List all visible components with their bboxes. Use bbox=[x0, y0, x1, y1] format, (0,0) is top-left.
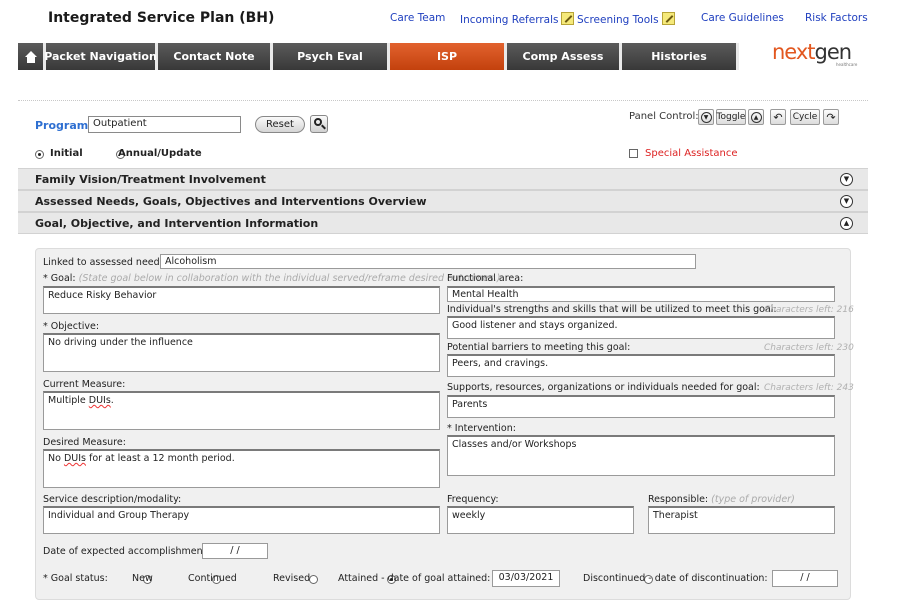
radio-initial[interactable] bbox=[35, 150, 44, 159]
status-revised-label: Revised bbox=[273, 573, 311, 584]
section-goal-objective[interactable]: Goal, Objective, and Intervention Inform… bbox=[18, 212, 868, 234]
reset-button[interactable]: Reset bbox=[255, 116, 305, 133]
current-measure-field[interactable]: Multiple DUIs. bbox=[43, 391, 440, 430]
chevron-up-icon[interactable]: ▲ bbox=[840, 217, 853, 230]
logo-subtext: healthcare bbox=[836, 62, 858, 67]
expand-all-button[interactable]: ▼ bbox=[698, 109, 714, 125]
status-new-label: New bbox=[132, 573, 153, 584]
discontinued-date-input[interactable]: / / bbox=[772, 570, 838, 587]
frequency-field[interactable]: weekly bbox=[447, 506, 634, 534]
status-revised-radio[interactable] bbox=[309, 575, 318, 584]
collapse-all-button[interactable]: ▲ bbox=[748, 109, 764, 125]
undo-icon: ↶ bbox=[773, 110, 783, 124]
tab-contact-note[interactable]: Contact Note bbox=[158, 43, 273, 70]
status-discontinued-label: Discontinued - date of discontinuation: bbox=[583, 573, 768, 584]
special-assistance-label: Special Assistance bbox=[645, 148, 738, 159]
responsible-label: Responsible: (type of provider) bbox=[648, 494, 795, 505]
linked-need-label: Linked to assessed need: bbox=[43, 257, 163, 268]
screening-tools-link[interactable]: Screening Tools bbox=[577, 12, 675, 26]
chevron-down-icon: ▼ bbox=[700, 111, 712, 123]
functional-area-field[interactable]: Mental Health bbox=[447, 286, 835, 302]
page-title: Integrated Service Plan (BH) bbox=[48, 10, 275, 26]
main-nav: Packet Navigation Contact Note Psych Eva… bbox=[18, 43, 756, 70]
expected-date-input[interactable]: / / bbox=[202, 543, 268, 559]
home-icon bbox=[24, 50, 37, 63]
search-button[interactable] bbox=[310, 115, 328, 133]
desired-measure-label: Desired Measure: bbox=[43, 437, 126, 448]
chevron-up-icon: ▲ bbox=[750, 111, 762, 123]
tab-comp-assess[interactable]: Comp Assess bbox=[507, 43, 622, 70]
program-label: Program: bbox=[35, 119, 93, 132]
attained-date-input[interactable]: 03/03/2021 bbox=[492, 570, 560, 587]
intervention-label: * Intervention: bbox=[447, 423, 516, 434]
strengths-chars-left: Characters left: 216 bbox=[764, 305, 854, 315]
barriers-field[interactable]: Peers, and cravings. bbox=[447, 354, 835, 377]
section-assessed-needs[interactable]: Assessed Needs, Goals, Objectives and In… bbox=[18, 190, 868, 212]
tab-isp[interactable]: ISP bbox=[390, 43, 507, 70]
care-team-link[interactable]: Care Team bbox=[390, 12, 445, 24]
objective-field[interactable]: No driving under the influence bbox=[43, 333, 440, 372]
current-measure-label: Current Measure: bbox=[43, 379, 126, 390]
incoming-referrals-link[interactable]: Incoming Referrals bbox=[460, 12, 575, 26]
chevron-down-icon[interactable]: ▼ bbox=[840, 195, 853, 208]
functional-area-label: Functional area: bbox=[447, 273, 524, 284]
tab-packet-navigation[interactable]: Packet Navigation bbox=[44, 43, 158, 70]
redo-button[interactable]: ↷ bbox=[823, 109, 839, 125]
goal-status-label: * Goal status: bbox=[43, 573, 108, 584]
desired-measure-field[interactable]: No DUIs for at least a 12 month period. bbox=[43, 449, 440, 488]
strengths-field[interactable]: Good listener and stays organized. bbox=[447, 316, 835, 339]
home-button[interactable] bbox=[18, 43, 46, 70]
program-input[interactable]: Outpatient bbox=[88, 116, 241, 133]
strengths-label: Individual's strengths and skills that w… bbox=[447, 304, 777, 315]
risk-factors-link[interactable]: Risk Factors bbox=[805, 12, 868, 24]
toggle-button[interactable]: Toggle bbox=[716, 109, 746, 125]
supports-label: Supports, resources, organizations or in… bbox=[447, 382, 760, 393]
expected-date-label: Date of expected accomplishment: bbox=[43, 546, 210, 557]
frequency-label: Frequency: bbox=[447, 494, 499, 505]
goal-field[interactable]: Reduce Risky Behavior bbox=[43, 286, 440, 314]
special-assistance-checkbox[interactable] bbox=[629, 149, 638, 158]
radio-annual-update-label: Annual/Update bbox=[118, 148, 202, 159]
cycle-button[interactable]: Cycle bbox=[790, 109, 820, 125]
redo-icon: ↷ bbox=[826, 110, 836, 124]
tab-histories[interactable]: Histories bbox=[622, 43, 739, 70]
divider bbox=[18, 100, 868, 101]
barriers-chars-left: Characters left: 230 bbox=[764, 343, 854, 353]
panel-control-label: Panel Control: bbox=[629, 111, 699, 122]
status-attained-label: Attained - date of goal attained: bbox=[338, 573, 491, 584]
service-field[interactable]: Individual and Group Therapy bbox=[43, 506, 440, 534]
goal-label: * Goal: (State goal below in collaborati… bbox=[43, 273, 501, 284]
pencil-icon bbox=[661, 12, 675, 25]
nextgen-logo: nextgen bbox=[772, 40, 852, 64]
barriers-label: Potential barriers to meeting this goal: bbox=[447, 342, 631, 353]
supports-chars-left: Characters left: 243 bbox=[764, 383, 854, 393]
undo-button[interactable]: ↶ bbox=[770, 109, 786, 125]
supports-field[interactable]: Parents bbox=[447, 395, 835, 418]
radio-initial-label: Initial bbox=[50, 148, 83, 159]
section-family-vision[interactable]: Family Vision/Treatment Involvement ▼ bbox=[18, 168, 868, 190]
care-guidelines-link[interactable]: Care Guidelines bbox=[701, 12, 784, 24]
intervention-field[interactable]: Classes and/or Workshops bbox=[447, 435, 835, 476]
status-continued-label: Continued bbox=[188, 573, 237, 584]
chevron-down-icon[interactable]: ▼ bbox=[840, 173, 853, 186]
linked-need-input[interactable]: Alcoholism bbox=[160, 254, 696, 269]
service-label: Service description/modality: bbox=[43, 494, 182, 505]
pencil-icon bbox=[561, 12, 575, 25]
objective-label: * Objective: bbox=[43, 321, 100, 332]
tab-psych-eval[interactable]: Psych Eval bbox=[273, 43, 390, 70]
responsible-field[interactable]: Therapist bbox=[648, 506, 835, 534]
